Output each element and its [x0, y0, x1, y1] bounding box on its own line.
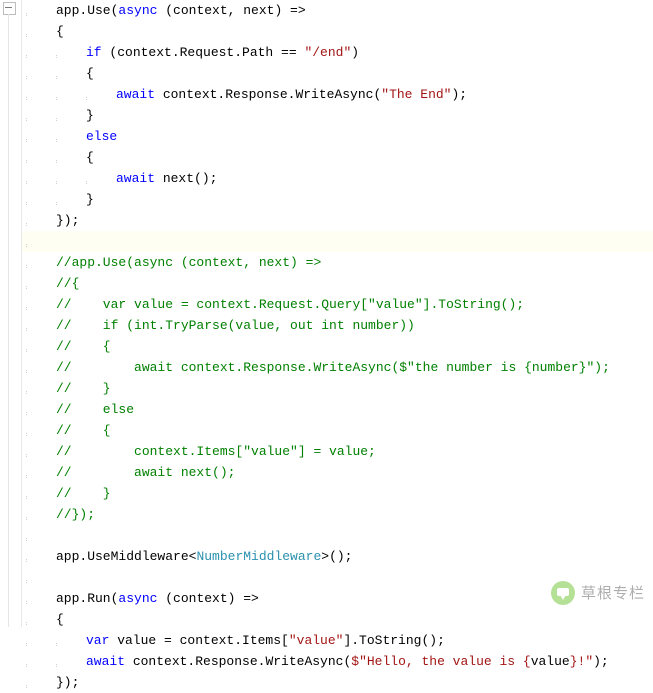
code-line: // } — [24, 483, 653, 504]
code-line: await next(); — [24, 168, 653, 189]
code-line: await context.Response.WriteAsync("The E… — [24, 84, 653, 105]
code-line: app.UseMiddleware<NumberMiddleware>(); — [24, 546, 653, 567]
fold-gutter[interactable] — [0, 0, 22, 627]
code-line: // context.Items["value"] = value; — [24, 441, 653, 462]
code-line: // var value = context.Request.Query["va… — [24, 294, 653, 315]
code-line: // } — [24, 378, 653, 399]
code-line: await context.Response.WriteAsync($"Hell… — [24, 651, 653, 672]
code-line: // { — [24, 336, 653, 357]
code-line — [24, 231, 653, 252]
code-line: }); — [24, 210, 653, 231]
code-line: // { — [24, 420, 653, 441]
code-line: //app.Use(async (context, next) => — [24, 252, 653, 273]
code-line: else — [24, 126, 653, 147]
code-line — [24, 525, 653, 546]
code-area[interactable]: app.Use(async (context, next) =>{if (con… — [22, 0, 653, 627]
code-line: }); — [24, 672, 653, 693]
code-line — [24, 567, 653, 588]
code-line: if (context.Request.Path == "/end") — [24, 42, 653, 63]
code-line: //}); — [24, 504, 653, 525]
code-line: } — [24, 105, 653, 126]
code-line: // await context.Response.WriteAsync($"t… — [24, 357, 653, 378]
code-line: { — [24, 63, 653, 84]
code-line: // await next(); — [24, 462, 653, 483]
code-line: // if (int.TryParse(value, out int numbe… — [24, 315, 653, 336]
code-line: } — [24, 189, 653, 210]
code-line: // else — [24, 399, 653, 420]
code-line: { — [24, 21, 653, 42]
code-line: app.Run(async (context) => — [24, 588, 653, 609]
code-line: { — [24, 147, 653, 168]
code-line: app.Use(async (context, next) => — [24, 0, 653, 21]
code-editor: app.Use(async (context, next) =>{if (con… — [0, 0, 653, 627]
code-line: var value = context.Items["value"].ToStr… — [24, 630, 653, 651]
code-line: //{ — [24, 273, 653, 294]
